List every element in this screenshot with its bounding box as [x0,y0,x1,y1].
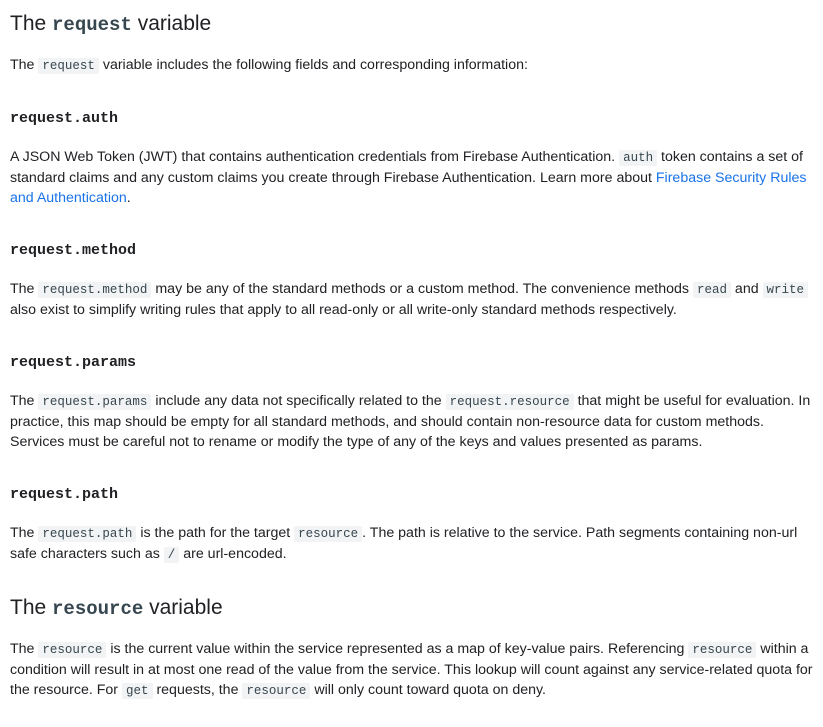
inline-code: / [163,547,180,563]
inline-code: auth [619,150,658,166]
inline-code: request.params [38,394,152,410]
request-params-paragraph: The request.params include any data not … [10,393,811,450]
request-intro-paragraph: The request variable includes the follow… [10,57,528,74]
inline-code: write [762,282,809,298]
inline-code: resource [38,642,107,658]
heading-code: resource [52,598,144,620]
resource-variable-heading: The resource variable [10,596,223,620]
request-method-heading: request.method [10,242,137,259]
heading-code: request [52,14,132,36]
request-variable-heading: The request variable [10,12,212,36]
resource-paragraph: The resource is the current value within… [10,641,813,699]
inline-code: resource [242,683,311,699]
inline-code: read [692,282,731,298]
request-method-paragraph: The request.method may be any of the sta… [10,279,813,320]
request-path-heading: request.path [10,486,119,503]
inline-code: request.resource [445,394,574,410]
inline-code: resource [294,526,363,542]
request-path-paragraph: The request.path is the path for the tar… [10,525,798,563]
request-auth-paragraph: A JSON Web Token (JWT) that contains aut… [10,149,807,206]
request-auth-heading: request.auth [10,110,119,127]
inline-code: get [121,683,153,699]
inline-code: resource [688,642,757,658]
request-params-heading: request.params [10,354,137,371]
inline-code: request.method [38,282,152,298]
inline-code: request [38,58,99,74]
inline-code: request.path [38,526,137,542]
